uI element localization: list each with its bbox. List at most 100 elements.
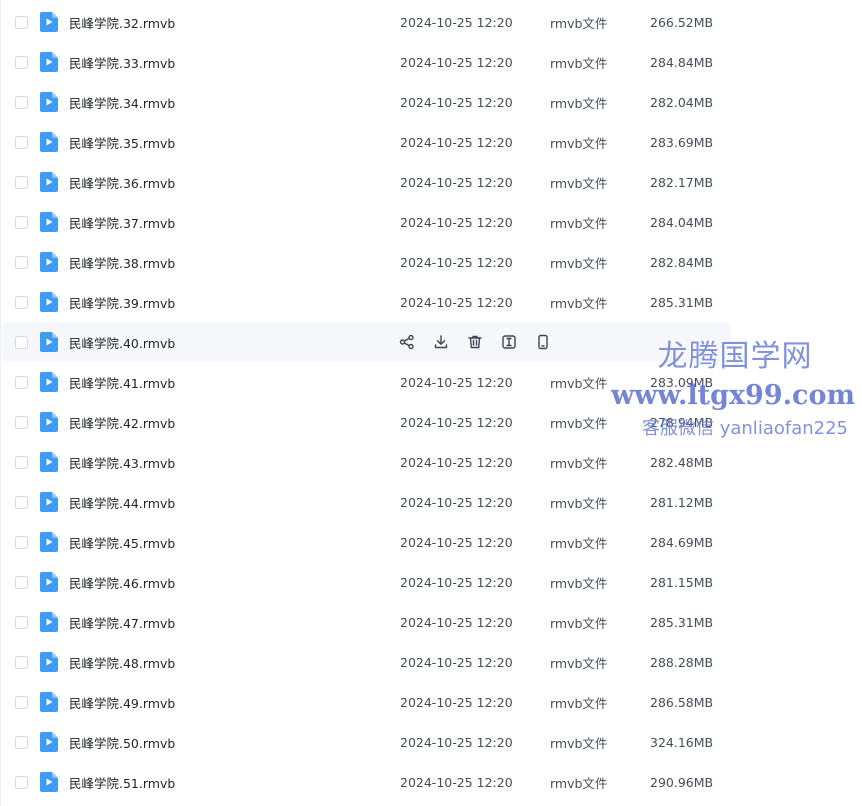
file-date: 2024-10-25 12:20 [400, 694, 513, 710]
row-checkbox[interactable] [15, 415, 28, 429]
file-name[interactable]: 民峰学院.45.rmvb [69, 533, 175, 552]
row-checkbox[interactable] [15, 615, 28, 629]
row-checkbox[interactable] [15, 695, 28, 709]
row-checkbox[interactable] [15, 375, 28, 389]
file-row[interactable]: 民峰学院.40.rmvb [2, 322, 731, 362]
file-size: 282.04MB [650, 94, 714, 110]
file-row[interactable]: 民峰学院.47.rmvb 2024-10-25 12:20 rmvb文件 285.31… [2, 602, 731, 642]
file-row[interactable]: 民峰学院.36.rmvb 2024-10-25 12:20 rmvb文件 282.17… [2, 162, 731, 202]
file-row[interactable]: 民峰学院.50.rmvb 2024-10-25 12:20 rmvb文件 324.16… [2, 722, 731, 762]
mobile-icon[interactable] [534, 333, 552, 351]
file-date: 2024-10-25 12:20 [400, 734, 513, 750]
rename-icon[interactable] [500, 333, 518, 351]
file-name[interactable]: 民峰学院.43.rmvb [69, 453, 175, 472]
file-row[interactable]: 民峰学院.37.rmvb 2024-10-25 12:20 rmvb文件 284.04… [2, 202, 731, 242]
row-checkbox[interactable] [15, 775, 28, 789]
file-row[interactable]: 民峰学院.38.rmvb 2024-10-25 12:20 rmvb文件 282.84… [2, 242, 731, 282]
file-name[interactable]: 民峰学院.41.rmvb [69, 373, 175, 392]
file-row[interactable]: 民峰学院.42.rmvb 2024-10-25 12:20 rmvb文件 278.94… [2, 402, 731, 442]
file-date: 2024-10-25 12:20 [400, 174, 513, 190]
file-date: 2024-10-25 12:20 [400, 94, 513, 110]
row-checkbox[interactable] [15, 255, 28, 269]
video-file-icon [40, 612, 58, 632]
file-name[interactable]: 民峰学院.44.rmvb [69, 493, 175, 512]
file-name[interactable]: 民峰学院.32.rmvb [69, 13, 175, 32]
file-type: rmvb文件 [550, 415, 608, 431]
file-row[interactable]: 民峰学院.46.rmvb 2024-10-25 12:20 rmvb文件 281.15… [2, 562, 731, 602]
row-checkbox[interactable] [15, 535, 28, 549]
file-row[interactable]: 民峰学院.49.rmvb 2024-10-25 12:20 rmvb文件 286.58… [2, 682, 731, 722]
row-checkbox[interactable] [15, 575, 28, 589]
video-file-icon [40, 52, 58, 72]
file-date: 2024-10-25 12:20 [400, 574, 513, 590]
file-date: 2024-10-25 12:20 [400, 454, 513, 470]
file-size: 282.84MB [650, 254, 714, 270]
row-checkbox[interactable] [15, 175, 28, 189]
row-checkbox[interactable] [15, 335, 28, 349]
delete-icon[interactable] [466, 333, 484, 351]
download-icon[interactable] [432, 333, 450, 351]
file-type: rmvb文件 [550, 535, 608, 551]
file-name[interactable]: 民峰学院.49.rmvb [69, 693, 175, 712]
file-type: rmvb文件 [550, 15, 608, 31]
file-row[interactable]: 民峰学院.43.rmvb 2024-10-25 12:20 rmvb文件 282.48… [2, 442, 731, 482]
row-checkbox[interactable] [15, 495, 28, 509]
row-checkbox[interactable] [15, 135, 28, 149]
file-name[interactable]: 民峰学院.34.rmvb [69, 93, 175, 112]
video-file-icon [40, 132, 58, 152]
file-row[interactable]: 民峰学院.51.rmvb 2024-10-25 12:20 rmvb文件 290.96… [2, 762, 731, 802]
file-name[interactable]: 民峰学院.38.rmvb [69, 253, 175, 272]
video-file-icon [40, 92, 58, 112]
file-name[interactable]: 民峰学院.42.rmvb [69, 413, 175, 432]
file-name[interactable]: 民峰学院.40.rmvb [69, 333, 175, 352]
row-checkbox[interactable] [15, 55, 28, 69]
file-type: rmvb文件 [550, 735, 608, 751]
file-date: 2024-10-25 12:20 [400, 614, 513, 630]
video-file-icon [40, 292, 58, 312]
file-date: 2024-10-25 12:20 [400, 654, 513, 670]
file-row[interactable]: 民峰学院.39.rmvb 2024-10-25 12:20 rmvb文件 285.31… [2, 282, 731, 322]
file-name[interactable]: 民峰学院.39.rmvb [69, 293, 175, 312]
file-type: rmvb文件 [550, 775, 608, 791]
row-checkbox[interactable] [15, 95, 28, 109]
file-row[interactable]: 民峰学院.32.rmvb 2024-10-25 12:20 rmvb文件 266.52… [2, 2, 731, 42]
file-name[interactable]: 民峰学院.50.rmvb [69, 733, 175, 752]
video-file-icon [40, 572, 58, 592]
file-type: rmvb文件 [550, 455, 608, 471]
file-name[interactable]: 民峰学院.33.rmvb [69, 53, 175, 72]
file-size: 285.31MB [650, 614, 714, 630]
file-name[interactable]: 民峰学院.46.rmvb [69, 573, 175, 592]
file-type: rmvb文件 [550, 95, 608, 111]
file-row[interactable]: 民峰学院.41.rmvb 2024-10-25 12:20 rmvb文件 283.09… [2, 362, 731, 402]
row-checkbox[interactable] [15, 15, 28, 29]
row-checkbox[interactable] [15, 455, 28, 469]
video-file-icon [40, 212, 58, 232]
file-row[interactable]: 民峰学院.34.rmvb 2024-10-25 12:20 rmvb文件 282.04… [2, 82, 731, 122]
file-date: 2024-10-25 12:20 [400, 534, 513, 550]
file-date: 2024-10-25 12:20 [400, 494, 513, 510]
video-file-icon [40, 492, 58, 512]
file-size: 283.09MB [650, 374, 714, 390]
file-size: 266.52MB [650, 14, 714, 30]
file-name[interactable]: 民峰学院.47.rmvb [69, 613, 175, 632]
file-type: rmvb文件 [550, 55, 608, 71]
row-checkbox[interactable] [15, 295, 28, 309]
row-checkbox[interactable] [15, 735, 28, 749]
row-checkbox[interactable] [15, 215, 28, 229]
file-name[interactable]: 民峰学院.51.rmvb [69, 773, 175, 792]
file-row[interactable]: 民峰学院.33.rmvb 2024-10-25 12:20 rmvb文件 284.84… [2, 42, 731, 82]
row-checkbox[interactable] [15, 655, 28, 669]
file-name[interactable]: 民峰学院.48.rmvb [69, 653, 175, 672]
file-size: 278.94MB [650, 414, 714, 430]
share-icon[interactable] [398, 333, 416, 351]
file-name[interactable]: 民峰学院.37.rmvb [69, 213, 175, 232]
file-name[interactable]: 民峰学院.35.rmvb [69, 133, 175, 152]
file-size: 285.31MB [650, 294, 714, 310]
file-row[interactable]: 民峰学院.35.rmvb 2024-10-25 12:20 rmvb文件 283.69… [2, 122, 731, 162]
file-row[interactable]: 民峰学院.44.rmvb 2024-10-25 12:20 rmvb文件 281.12… [2, 482, 731, 522]
file-row[interactable]: 民峰学院.48.rmvb 2024-10-25 12:20 rmvb文件 288.28… [2, 642, 731, 682]
video-file-icon [40, 412, 58, 432]
file-type: rmvb文件 [550, 695, 608, 711]
file-row[interactable]: 民峰学院.45.rmvb 2024-10-25 12:20 rmvb文件 284.69… [2, 522, 731, 562]
file-name[interactable]: 民峰学院.36.rmvb [69, 173, 175, 192]
